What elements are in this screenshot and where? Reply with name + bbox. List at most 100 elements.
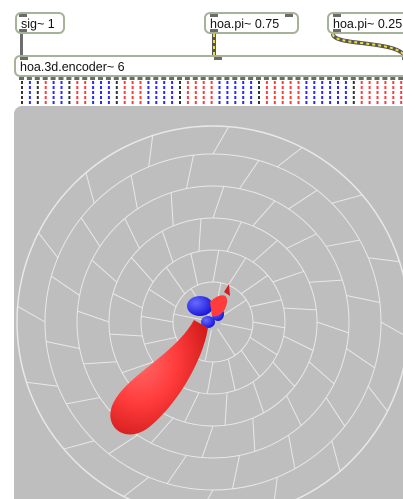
encoder-outlet[interactable] xyxy=(169,77,175,80)
encoder-outlet[interactable] xyxy=(129,77,135,80)
encoder-outlet[interactable] xyxy=(34,77,40,80)
scope-grid-spoke xyxy=(201,425,214,458)
scope-grid-spoke xyxy=(252,321,285,329)
encoder-outlet[interactable] xyxy=(358,77,364,80)
encoder-outlet[interactable] xyxy=(216,77,222,80)
encoder-outlet[interactable] xyxy=(374,77,380,80)
encoder-outlet[interactable] xyxy=(19,77,24,80)
encoder-outlet[interactable] xyxy=(42,77,48,80)
scope-graph xyxy=(16,125,403,499)
sig-object[interactable]: sig~ 1 xyxy=(15,12,65,34)
encoder-outlet[interactable] xyxy=(311,77,317,80)
patcher-canvas[interactable]: sig~ 1 hoa.pi~ 0.75 hoa.pi~ 0.25 hoa.3d.… xyxy=(0,0,403,499)
hoa-pi-object-1[interactable]: hoa.pi~ 0.75 xyxy=(204,12,299,34)
hoa-pi-2-outlet[interactable] xyxy=(333,29,341,32)
encoder-outlet[interactable] xyxy=(26,77,32,80)
scope-grid-spoke xyxy=(123,476,150,497)
scope-grid-spoke xyxy=(51,275,80,296)
encoder-outlet[interactable] xyxy=(398,77,403,80)
hoa-pi-1-outlet[interactable] xyxy=(210,29,218,32)
encoder-outlet[interactable] xyxy=(192,77,198,80)
patch-cord-sig[interactable] xyxy=(20,34,23,55)
encoder-inlet-1[interactable] xyxy=(20,57,28,60)
encoder-outlet[interactable] xyxy=(161,77,167,80)
encoder-outlet[interactable] xyxy=(113,77,119,80)
encoder-outlet[interactable] xyxy=(335,77,340,80)
encoder-outlet[interactable] xyxy=(366,77,372,80)
encoder-outlet[interactable] xyxy=(153,77,159,80)
encoder-outlet[interactable] xyxy=(98,77,103,80)
scope-grid-spoke xyxy=(224,392,228,426)
encoder-outlet[interactable] xyxy=(200,77,206,80)
scope-grid-spoke xyxy=(77,310,110,323)
encoder-outlet[interactable] xyxy=(263,77,269,80)
encoder-outlet[interactable] xyxy=(184,77,190,80)
scope-grid-spoke xyxy=(212,250,220,283)
encoder-outlet[interactable] xyxy=(279,77,285,80)
scope-grid-spoke xyxy=(85,172,95,204)
encoder-outlet[interactable] xyxy=(342,77,348,80)
encoder-outlet[interactable] xyxy=(303,77,309,80)
hoa-pi-1-inlet-right[interactable] xyxy=(285,14,293,17)
scope-grid-spoke xyxy=(286,233,317,249)
patch-cord-pi-2[interactable] xyxy=(331,33,403,57)
scope-grid-spoke xyxy=(207,489,214,499)
encoder-outlet[interactable] xyxy=(121,77,127,80)
scope-grid-spoke xyxy=(148,288,177,308)
positive-harmonic-lobe xyxy=(110,284,230,435)
encoder-outlet[interactable] xyxy=(271,77,277,80)
scope-grid-spoke xyxy=(141,315,174,323)
encoder-inlet-2[interactable] xyxy=(214,57,222,60)
scope-grid-spoke xyxy=(144,336,177,345)
scope-grid-spoke xyxy=(368,257,400,263)
encoder-outlet[interactable] xyxy=(390,77,396,80)
scope-grid-spoke xyxy=(325,239,360,247)
scope-grid-spoke xyxy=(346,348,375,369)
encoder-outlet[interactable] xyxy=(382,77,388,80)
scope-grid-spoke xyxy=(316,321,349,334)
scope-grid-spoke xyxy=(166,455,187,484)
encoder-outlet[interactable] xyxy=(145,77,151,80)
encoder-outlet[interactable] xyxy=(82,77,88,80)
scope-grid-spoke xyxy=(185,155,194,189)
scope-grid-spoke xyxy=(331,440,341,472)
scope-grid-spoke xyxy=(286,395,302,426)
encoder-outlet[interactable] xyxy=(177,77,182,80)
scope-grid-spoke xyxy=(66,397,101,405)
encoder-outlet[interactable] xyxy=(74,77,80,80)
scope-grid-spoke xyxy=(331,194,363,204)
scope-grid-spoke xyxy=(227,358,236,391)
encoder-outlet[interactable] xyxy=(232,77,238,80)
scope-grid-spoke xyxy=(288,434,296,469)
encoder-outlet[interactable] xyxy=(240,77,246,80)
encoder-outlet[interactable] xyxy=(295,77,301,80)
scope-grid-spoke xyxy=(217,328,236,356)
encoder-outlet[interactable] xyxy=(66,77,72,80)
scope-grid-spoke xyxy=(272,270,304,283)
encoder-outlet[interactable] xyxy=(90,77,96,80)
encoder-outlet[interactable] xyxy=(319,77,325,80)
scope-grid-spoke xyxy=(26,381,58,387)
hoa-pi-2-inlet-left[interactable] xyxy=(333,14,341,17)
scope-grid-spoke xyxy=(165,266,186,295)
encoder-outlet[interactable] xyxy=(208,77,214,80)
encoder-outlet[interactable] xyxy=(105,77,111,80)
scope-grid-spoke xyxy=(198,218,202,252)
encoder-outlet[interactable] xyxy=(137,77,143,80)
encoder-outlet[interactable] xyxy=(58,77,64,80)
scope-grid-spoke xyxy=(239,160,260,189)
hoa-3d-encoder-object[interactable]: hoa.3d.encoder~ 6 xyxy=(14,55,403,77)
encoder-outlet[interactable] xyxy=(256,77,261,80)
encoder-outlet[interactable] xyxy=(248,77,254,80)
encoder-outlet[interactable] xyxy=(350,77,356,80)
scope-grid-spoke xyxy=(346,294,380,303)
sig-inlet[interactable] xyxy=(19,14,27,17)
hoa-pi-1-inlet-left[interactable] xyxy=(210,14,218,17)
hoa-pi-object-2[interactable]: hoa.pi~ 0.25 xyxy=(327,12,403,34)
hoa-3d-scope-display[interactable] xyxy=(14,106,403,499)
encoder-outlet[interactable] xyxy=(224,77,230,80)
sig-outlet[interactable] xyxy=(19,29,27,32)
encoder-outlet[interactable] xyxy=(327,77,333,80)
encoder-outlet[interactable] xyxy=(50,77,56,80)
encoder-outlet[interactable] xyxy=(287,77,293,80)
